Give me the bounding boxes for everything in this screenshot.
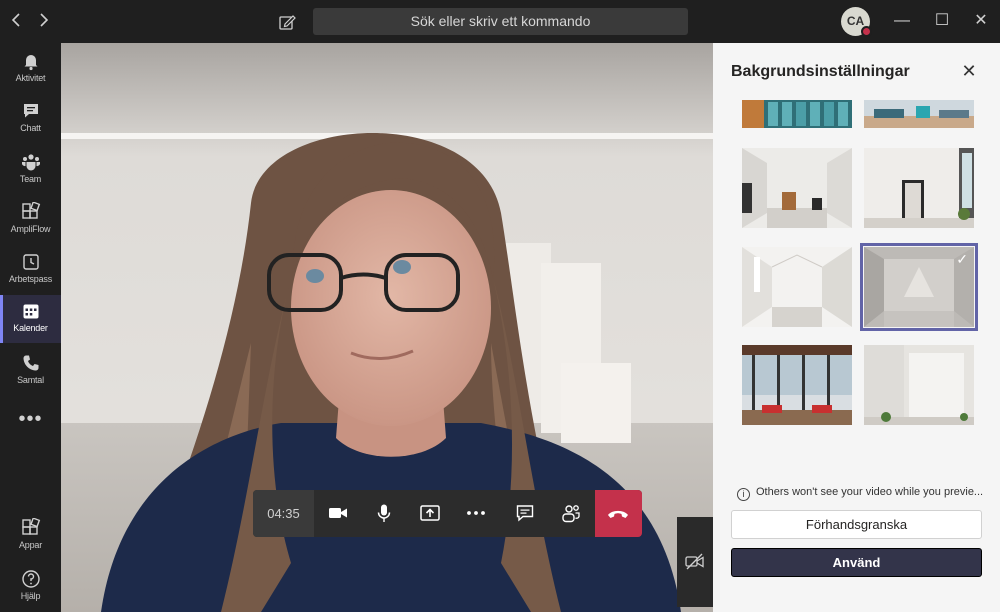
microphone-icon [377,504,391,522]
rail-item-shifts[interactable]: Arbetspass [0,246,61,294]
presence-status-icon [861,26,872,37]
call-timer: 04:35 [253,490,314,537]
rail-item-label: Arbetspass [8,274,53,284]
background-settings-panel: Bakgrundsinställningar ✕ ✓ i Others won't… [713,43,1000,612]
compose-icon [279,15,296,30]
background-thumbnail[interactable] [742,148,852,228]
rail-item-label: Samtal [17,375,44,385]
microphone-button[interactable] [361,490,407,537]
share-screen-button[interactable] [407,490,453,537]
conversation-button[interactable] [502,490,548,537]
avatar-initials: CA [846,14,865,28]
background-thumbnail[interactable] [742,100,852,128]
new-chat-button[interactable] [276,11,298,33]
participants-button[interactable] [548,490,594,537]
background-thumbnail[interactable] [864,345,974,425]
info-icon: i [737,488,750,501]
rail-item-calendar[interactable]: Kalender [0,295,61,343]
more-actions-button[interactable] [453,490,499,537]
rail-item-ampliflow[interactable]: AmpliFlow [0,196,61,244]
maximize-button[interactable]: ☐ [927,8,957,34]
rail-item-label: AmpliFlow [10,224,51,234]
calendar-icon [23,304,38,319]
apply-button[interactable]: Använd [731,548,982,577]
search-input[interactable]: Sök eller skriv ett kommando [313,8,688,35]
preview-notice-text: Others won't see your video while you pr… [756,486,984,498]
rail-item-label: Aktivitet [15,73,46,83]
rail-item-label: Appar [18,540,43,550]
chat-icon [23,104,38,118]
rail-item-label: Chatt [20,123,41,133]
background-thumbnail[interactable] [864,100,974,128]
chevron-right-icon [40,13,49,27]
close-panel-button[interactable]: ✕ [959,61,979,81]
checkmark-icon: ✓ [956,251,968,267]
more-apps-icon[interactable]: ••• [0,408,61,431]
preview-notice: i Others won't see your video while you p… [737,486,987,501]
rail-item-activity[interactable]: Aktivitet [0,45,61,93]
panel-title: Bakgrundsinställningar [731,63,910,80]
participants-icon [562,505,580,523]
title-bar: Sök eller skriv ett kommando CA — ☐ ✕ [0,0,1000,43]
camera-button[interactable] [315,490,361,537]
rail-item-label: Team [19,174,42,184]
forward-button[interactable] [33,10,53,30]
preview-button[interactable]: Förhandsgranska [731,510,982,539]
clock-icon [22,254,39,270]
hangup-button[interactable] [595,490,642,537]
apps-icon [21,518,40,535]
camera-icon [329,508,347,518]
rail-item-label: Hjälp [20,591,41,601]
app-bar: Aktivitet Chatt Team AmpliFlow Arbetspas… [0,43,61,612]
rail-item-calls[interactable]: Samtal [0,347,61,395]
rail-item-help[interactable]: Hjälp [0,563,61,611]
rail-item-chat[interactable]: Chatt [0,95,61,143]
background-thumbnail-selected[interactable]: ✓ [860,243,978,331]
background-thumbnail[interactable] [864,148,974,228]
call-controls: 04:35 [253,490,642,537]
chat-icon [516,505,534,522]
phone-icon [23,355,38,371]
video-off-icon [685,553,704,570]
hangup-icon [608,510,628,518]
self-view-toggle[interactable] [677,517,713,607]
bell-icon [24,55,37,71]
share-screen-icon [420,505,440,521]
help-icon [21,570,40,588]
background-thumbnail[interactable] [742,247,852,327]
more-icon [467,511,485,515]
back-button[interactable] [7,10,27,30]
background-thumbnail[interactable] [742,345,852,425]
apps-icon [21,202,40,219]
close-window-button[interactable]: ✕ [966,8,996,34]
rail-item-team[interactable]: Team [0,146,61,194]
minimize-button[interactable]: — [887,8,917,34]
team-icon [21,154,40,171]
rail-item-label: Kalender [13,323,48,333]
rail-item-apps[interactable]: Appar [0,512,61,560]
video-feed: 04:35 [61,43,713,612]
chevron-left-icon [11,13,20,27]
avatar[interactable]: CA [841,7,872,37]
